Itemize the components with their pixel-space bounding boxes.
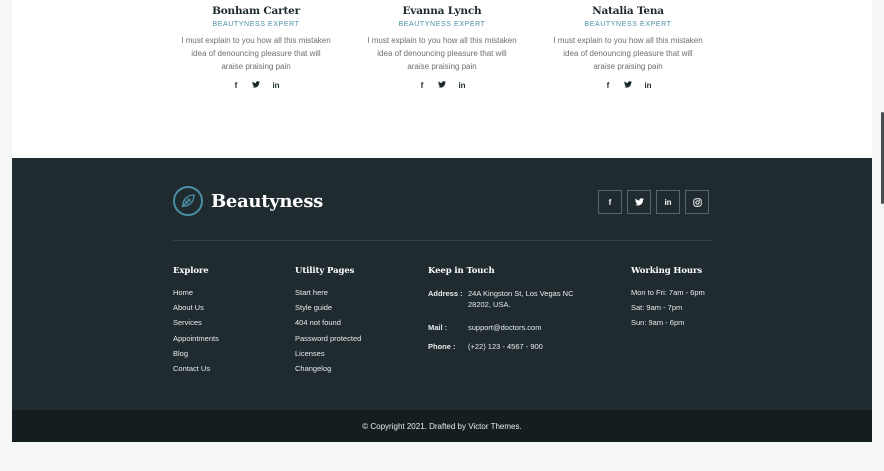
instagram-icon[interactable] [685,190,709,214]
address-value: 24A Kingston St, Los Vegas NC 28202, USA… [468,289,574,309]
explore-column: Explore Home About Us Services Appointme… [173,266,219,379]
expert-card: Bonham Carter BEAUTYNESS EXPERT I must e… [181,4,331,91]
facebook-icon[interactable]: f [232,81,240,91]
leaf-logo-icon [173,186,203,216]
column-title: Keep in Touch [428,266,495,276]
footer-social-links: f in [598,190,709,214]
expert-role: BEAUTYNESS EXPERT [212,21,300,28]
phone-label: Phone : [428,342,456,351]
expert-role: BEAUTYNESS EXPERT [398,21,486,28]
footer-link-style-guide[interactable]: Style guide [295,303,361,312]
facebook-icon[interactable]: f [604,81,612,91]
footer-brand[interactable]: Beautyness [173,186,323,216]
expert-bio: I must explain to you how all this mista… [553,36,703,71]
hours-saturday: Sat: 9am - 7pm [631,303,683,313]
address-label: Address : [428,289,463,298]
copyright-bar: © Copyright 2021. Drafted by Victor Them… [12,410,872,442]
expert-social-links: f in [181,81,331,91]
footer-link-appointments[interactable]: Appointments [173,334,219,343]
twitter-icon[interactable] [627,190,651,214]
facebook-icon[interactable]: f [598,190,622,214]
hours-sunday: Sun: 9am - 6pm [631,318,685,328]
expert-card: Evanna Lynch BEAUTYNESS EXPERT I must ex… [367,4,517,91]
facebook-icon[interactable]: f [418,81,426,91]
linkedin-icon[interactable]: in [458,81,466,91]
expert-bio: I must explain to you how all this mista… [181,36,331,71]
address-row: Address : 24A Kingston St, Los Vegas NC … [428,288,578,310]
footer-link-404[interactable]: 404 not found [295,318,361,327]
footer-link-blog[interactable]: Blog [173,349,219,358]
mail-label: Mail : [428,323,448,332]
phone-row: Phone : (+22) 123 - 4567 - 900 [428,341,578,352]
twitter-icon[interactable] [438,81,446,91]
phone-value[interactable]: (+22) 123 - 4567 - 900 [468,341,578,352]
footer-link-start[interactable]: Start here [295,288,361,297]
hours-column: Working Hours Mon to Fri: 7am - 6pm Sat:… [631,266,705,334]
footer-link-password[interactable]: Password protected [295,334,361,343]
column-title: Explore [173,266,209,276]
hours-weekday: Mon to Fri: 7am - 6pm [631,288,705,297]
expert-social-links: f in [367,81,517,91]
expert-role: BEAUTYNESS EXPERT [584,21,672,28]
footer-link-home[interactable]: Home [173,288,219,297]
footer-link-contact[interactable]: Contact Us [173,364,219,373]
expert-card: Natalia Tena BEAUTYNESS EXPERT I must ex… [553,4,703,91]
twitter-icon[interactable] [252,81,260,91]
utility-column: Utility Pages Start here Style guide 404… [295,266,361,379]
contact-column: Keep in Touch Address : 24A Kingston St,… [428,266,578,352]
expert-name: Bonham Carter [212,5,300,17]
footer-link-about[interactable]: About Us [173,303,219,312]
expert-name: Natalia Tena [592,5,664,17]
expert-bio: I must explain to you how all this mista… [367,36,517,71]
linkedin-icon[interactable]: in [644,81,652,91]
expert-name: Evanna Lynch [402,5,482,17]
copyright-text: © Copyright 2021. Drafted by Victor Them… [362,421,522,431]
footer-divider [173,240,712,241]
site-footer: Beautyness f in Explore Home About Us Se… [12,158,872,410]
twitter-icon[interactable] [624,81,632,91]
brand-name: Beautyness [211,190,323,212]
column-title: Utility Pages [295,266,355,276]
linkedin-icon[interactable]: in [656,190,680,214]
footer-link-licenses[interactable]: Licenses [295,349,361,358]
team-section: Bonham Carter BEAUTYNESS EXPERT I must e… [12,0,872,158]
column-title: Working Hours [631,266,703,276]
expert-social-links: f in [553,81,703,91]
mail-row: Mail : support@doctors.com [428,322,578,333]
linkedin-icon[interactable]: in [272,81,280,91]
footer-link-services[interactable]: Services [173,318,219,327]
footer-link-changelog[interactable]: Changelog [295,364,361,373]
mail-value[interactable]: support@doctors.com [468,322,578,333]
